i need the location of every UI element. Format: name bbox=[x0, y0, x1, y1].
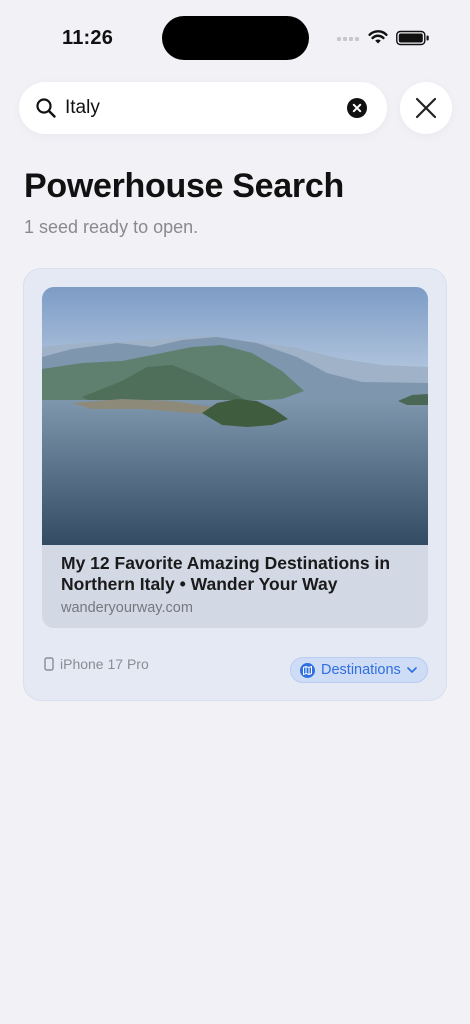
device-label: iPhone 17 Pro bbox=[44, 656, 149, 672]
results-subtitle: 1 seed ready to open. bbox=[24, 217, 199, 237]
cellular-signal-icon bbox=[337, 37, 359, 41]
page-title: Powerhouse Search bbox=[24, 167, 344, 205]
lake-photo-image bbox=[42, 287, 428, 545]
close-button[interactable] bbox=[400, 82, 452, 134]
clear-icon bbox=[352, 103, 362, 113]
chevron-down-icon bbox=[406, 667, 417, 673]
search-bar[interactable] bbox=[19, 82, 387, 134]
preview-title: My 12 Favorite Amazing Destinations in N… bbox=[61, 553, 391, 594]
clear-search-button[interactable] bbox=[347, 98, 367, 118]
wifi-icon bbox=[368, 30, 388, 44]
search-input[interactable] bbox=[65, 94, 335, 122]
category-chip[interactable]: Destinations bbox=[290, 657, 428, 683]
battery-icon bbox=[396, 30, 429, 46]
search-icon bbox=[36, 98, 56, 118]
close-icon bbox=[415, 97, 437, 119]
dynamic-island bbox=[162, 16, 309, 60]
map-icon bbox=[300, 662, 315, 678]
search-result-card[interactable]: My 12 Favorite Amazing Destinations in N… bbox=[23, 268, 447, 701]
link-preview[interactable]: My 12 Favorite Amazing Destinations in N… bbox=[42, 287, 428, 628]
phone-icon bbox=[44, 657, 54, 671]
device-name: iPhone 17 Pro bbox=[60, 656, 149, 672]
category-label: Destinations bbox=[321, 662, 401, 678]
preview-domain: wanderyourway.com bbox=[61, 600, 193, 616]
status-bar: 11:26 bbox=[0, 0, 470, 76]
status-time: 11:26 bbox=[62, 27, 114, 49]
